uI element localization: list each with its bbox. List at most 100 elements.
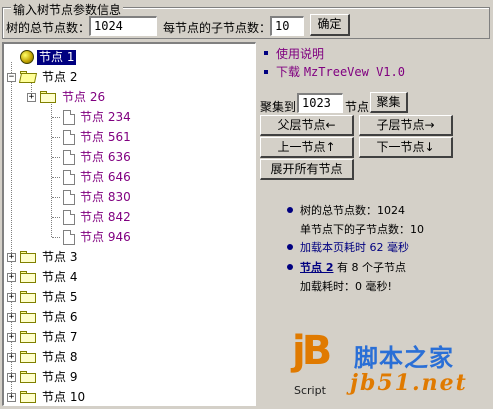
parent-node-button[interactable]: 父层节点←: [260, 115, 354, 136]
logo-mark: jB: [292, 328, 332, 374]
folder-icon: [19, 290, 37, 304]
tree-node-label[interactable]: 节点 3: [40, 250, 79, 265]
logo-url-text: jb51.net: [350, 370, 468, 396]
stat-children-per-node: 单节点下的子节点数：10: [300, 223, 424, 236]
folder-icon: [19, 330, 37, 344]
focus-node-input[interactable]: 1023: [297, 93, 343, 113]
stat-total-nodes: 树的总节点数：1024: [300, 204, 405, 217]
expand-toggle-icon[interactable]: +: [27, 92, 36, 102]
expand-toggle-icon[interactable]: +: [7, 392, 16, 402]
total-nodes-label: 树的总节点数：: [6, 21, 91, 35]
bullet-icon: [287, 264, 293, 270]
folder-icon: [19, 250, 37, 264]
expand-toggle-icon[interactable]: +: [7, 292, 16, 302]
tree-node-label[interactable]: 节点 5: [40, 290, 79, 305]
total-nodes-input[interactable]: 1024: [89, 16, 157, 36]
next-node-button[interactable]: 下一节点↓: [359, 137, 453, 158]
expand-toggle-icon[interactable]: +: [7, 312, 16, 322]
folder-icon: [19, 350, 37, 364]
tree-node-label[interactable]: 节点 646: [78, 170, 133, 185]
folder-open-icon: [18, 70, 38, 84]
site-logo: jB Script 脚本之家 jb51.net: [292, 328, 492, 408]
tree-node-label[interactable]: 节点 9: [40, 370, 79, 385]
expand-toggle-icon[interactable]: +: [7, 332, 16, 342]
tree-leaf[interactable]: 节点 946: [52, 227, 133, 247]
tree-node-label[interactable]: 节点 4: [40, 270, 79, 285]
folder-icon: [19, 390, 37, 404]
download-link-name: MzTreeVew V1.0: [303, 65, 405, 79]
globe-icon: [20, 50, 34, 64]
document-icon: [63, 169, 75, 185]
download-link-prefix: 下载: [276, 65, 304, 79]
document-icon: [63, 209, 75, 225]
document-icon: [63, 149, 75, 165]
tree-node-9[interactable]: + 节点 9: [7, 367, 79, 387]
expand-toggle-icon[interactable]: +: [7, 352, 16, 362]
tree-leaf[interactable]: 节点 830: [52, 187, 133, 207]
tree-leaf[interactable]: 节点 646: [52, 167, 133, 187]
tree-panel[interactable]: 节点 1 − 节点 2 + 节点 26 节点 234 节点 561 节点 636…: [2, 42, 256, 406]
help-link[interactable]: 使用说明: [276, 45, 324, 62]
tree-node-8[interactable]: + 节点 8: [7, 347, 79, 367]
stat-load-cost: 加载耗时：0 毫秒!: [300, 280, 392, 293]
stat-selected-node-name[interactable]: 节点 2: [300, 261, 333, 274]
tree-node-label[interactable]: 节点 6: [40, 310, 79, 325]
tree-node-label[interactable]: 节点 561: [78, 130, 133, 145]
confirm-button[interactable]: 确定: [310, 14, 350, 36]
document-icon: [63, 109, 75, 125]
stat-selected-node: 节点 2 有 8 个子节点: [300, 259, 406, 275]
folder-icon: [19, 370, 37, 384]
tree-node-label[interactable]: 节点 8: [40, 350, 79, 365]
document-icon: [63, 189, 75, 205]
document-icon: [63, 129, 75, 145]
logo-script-text: Script: [294, 384, 326, 397]
tree-node-label[interactable]: 节点 10: [40, 390, 87, 405]
tree-node-label[interactable]: 节点 2: [40, 70, 79, 85]
folder-icon: [19, 270, 37, 284]
tree-node-label[interactable]: 节点 830: [78, 190, 133, 205]
tree-leaf[interactable]: 节点 636: [52, 147, 133, 167]
children-per-node-input[interactable]: 10: [270, 16, 304, 36]
tree-node-label[interactable]: 节点 26: [60, 90, 107, 105]
document-icon: [63, 229, 75, 245]
tree-node-3[interactable]: + 节点 3: [7, 247, 79, 267]
bullet-icon: [264, 70, 268, 74]
tree-leaf[interactable]: 节点 561: [52, 127, 133, 147]
folder-icon: [19, 310, 37, 324]
bullet-icon: [287, 244, 293, 250]
tree-node-label[interactable]: 节点 946: [78, 230, 133, 245]
prev-node-button[interactable]: 上一节点↑: [260, 137, 354, 158]
download-link[interactable]: 下载 MzTreeVew V1.0: [276, 63, 405, 80]
tree-node-4[interactable]: + 节点 4: [7, 267, 79, 287]
logo-cn-text: 脚本之家: [354, 344, 454, 372]
bullet-icon: [264, 51, 268, 55]
stat-selected-node-children: 有 8 个子节点: [333, 261, 406, 274]
tree-node-label[interactable]: 节点 1: [37, 49, 77, 65]
tree-node-26[interactable]: + 节点 26: [27, 87, 107, 107]
focus-label: 聚集到: [260, 100, 297, 114]
tree-node-label[interactable]: 节点 842: [78, 210, 133, 225]
tree-node-label[interactable]: 节点 636: [78, 150, 133, 165]
expand-all-button[interactable]: 展开所有节点: [260, 159, 354, 180]
tree-leaf[interactable]: 节点 842: [52, 207, 133, 227]
tree-node-2[interactable]: − 节点 2: [7, 67, 79, 87]
expand-toggle-icon[interactable]: +: [7, 272, 16, 282]
tree-node-7[interactable]: + 节点 7: [7, 327, 79, 347]
stat-load-time: 加载本页耗时 62 毫秒: [300, 241, 409, 254]
tree-node-label[interactable]: 节点 234: [78, 110, 133, 125]
tree-node-label[interactable]: 节点 7: [40, 330, 79, 345]
bullet-icon: [287, 207, 293, 213]
children-per-node-label: 每节点的子节点数：: [163, 21, 272, 35]
focus-button[interactable]: 聚集: [370, 92, 408, 113]
tree-node-root[interactable]: 节点 1: [20, 47, 77, 67]
focus-suffix: 节点: [345, 100, 370, 114]
expand-toggle-icon[interactable]: +: [7, 372, 16, 382]
child-node-button[interactable]: 子层节点→: [359, 115, 453, 136]
tree-node-10[interactable]: + 节点 10: [7, 387, 87, 405]
tree-node-5[interactable]: + 节点 5: [7, 287, 79, 307]
collapse-toggle-icon[interactable]: −: [7, 72, 16, 82]
expand-toggle-icon[interactable]: +: [7, 252, 16, 262]
tree-leaf[interactable]: 节点 234: [52, 107, 133, 127]
tree-node-6[interactable]: + 节点 6: [7, 307, 79, 327]
folder-icon: [39, 90, 57, 104]
